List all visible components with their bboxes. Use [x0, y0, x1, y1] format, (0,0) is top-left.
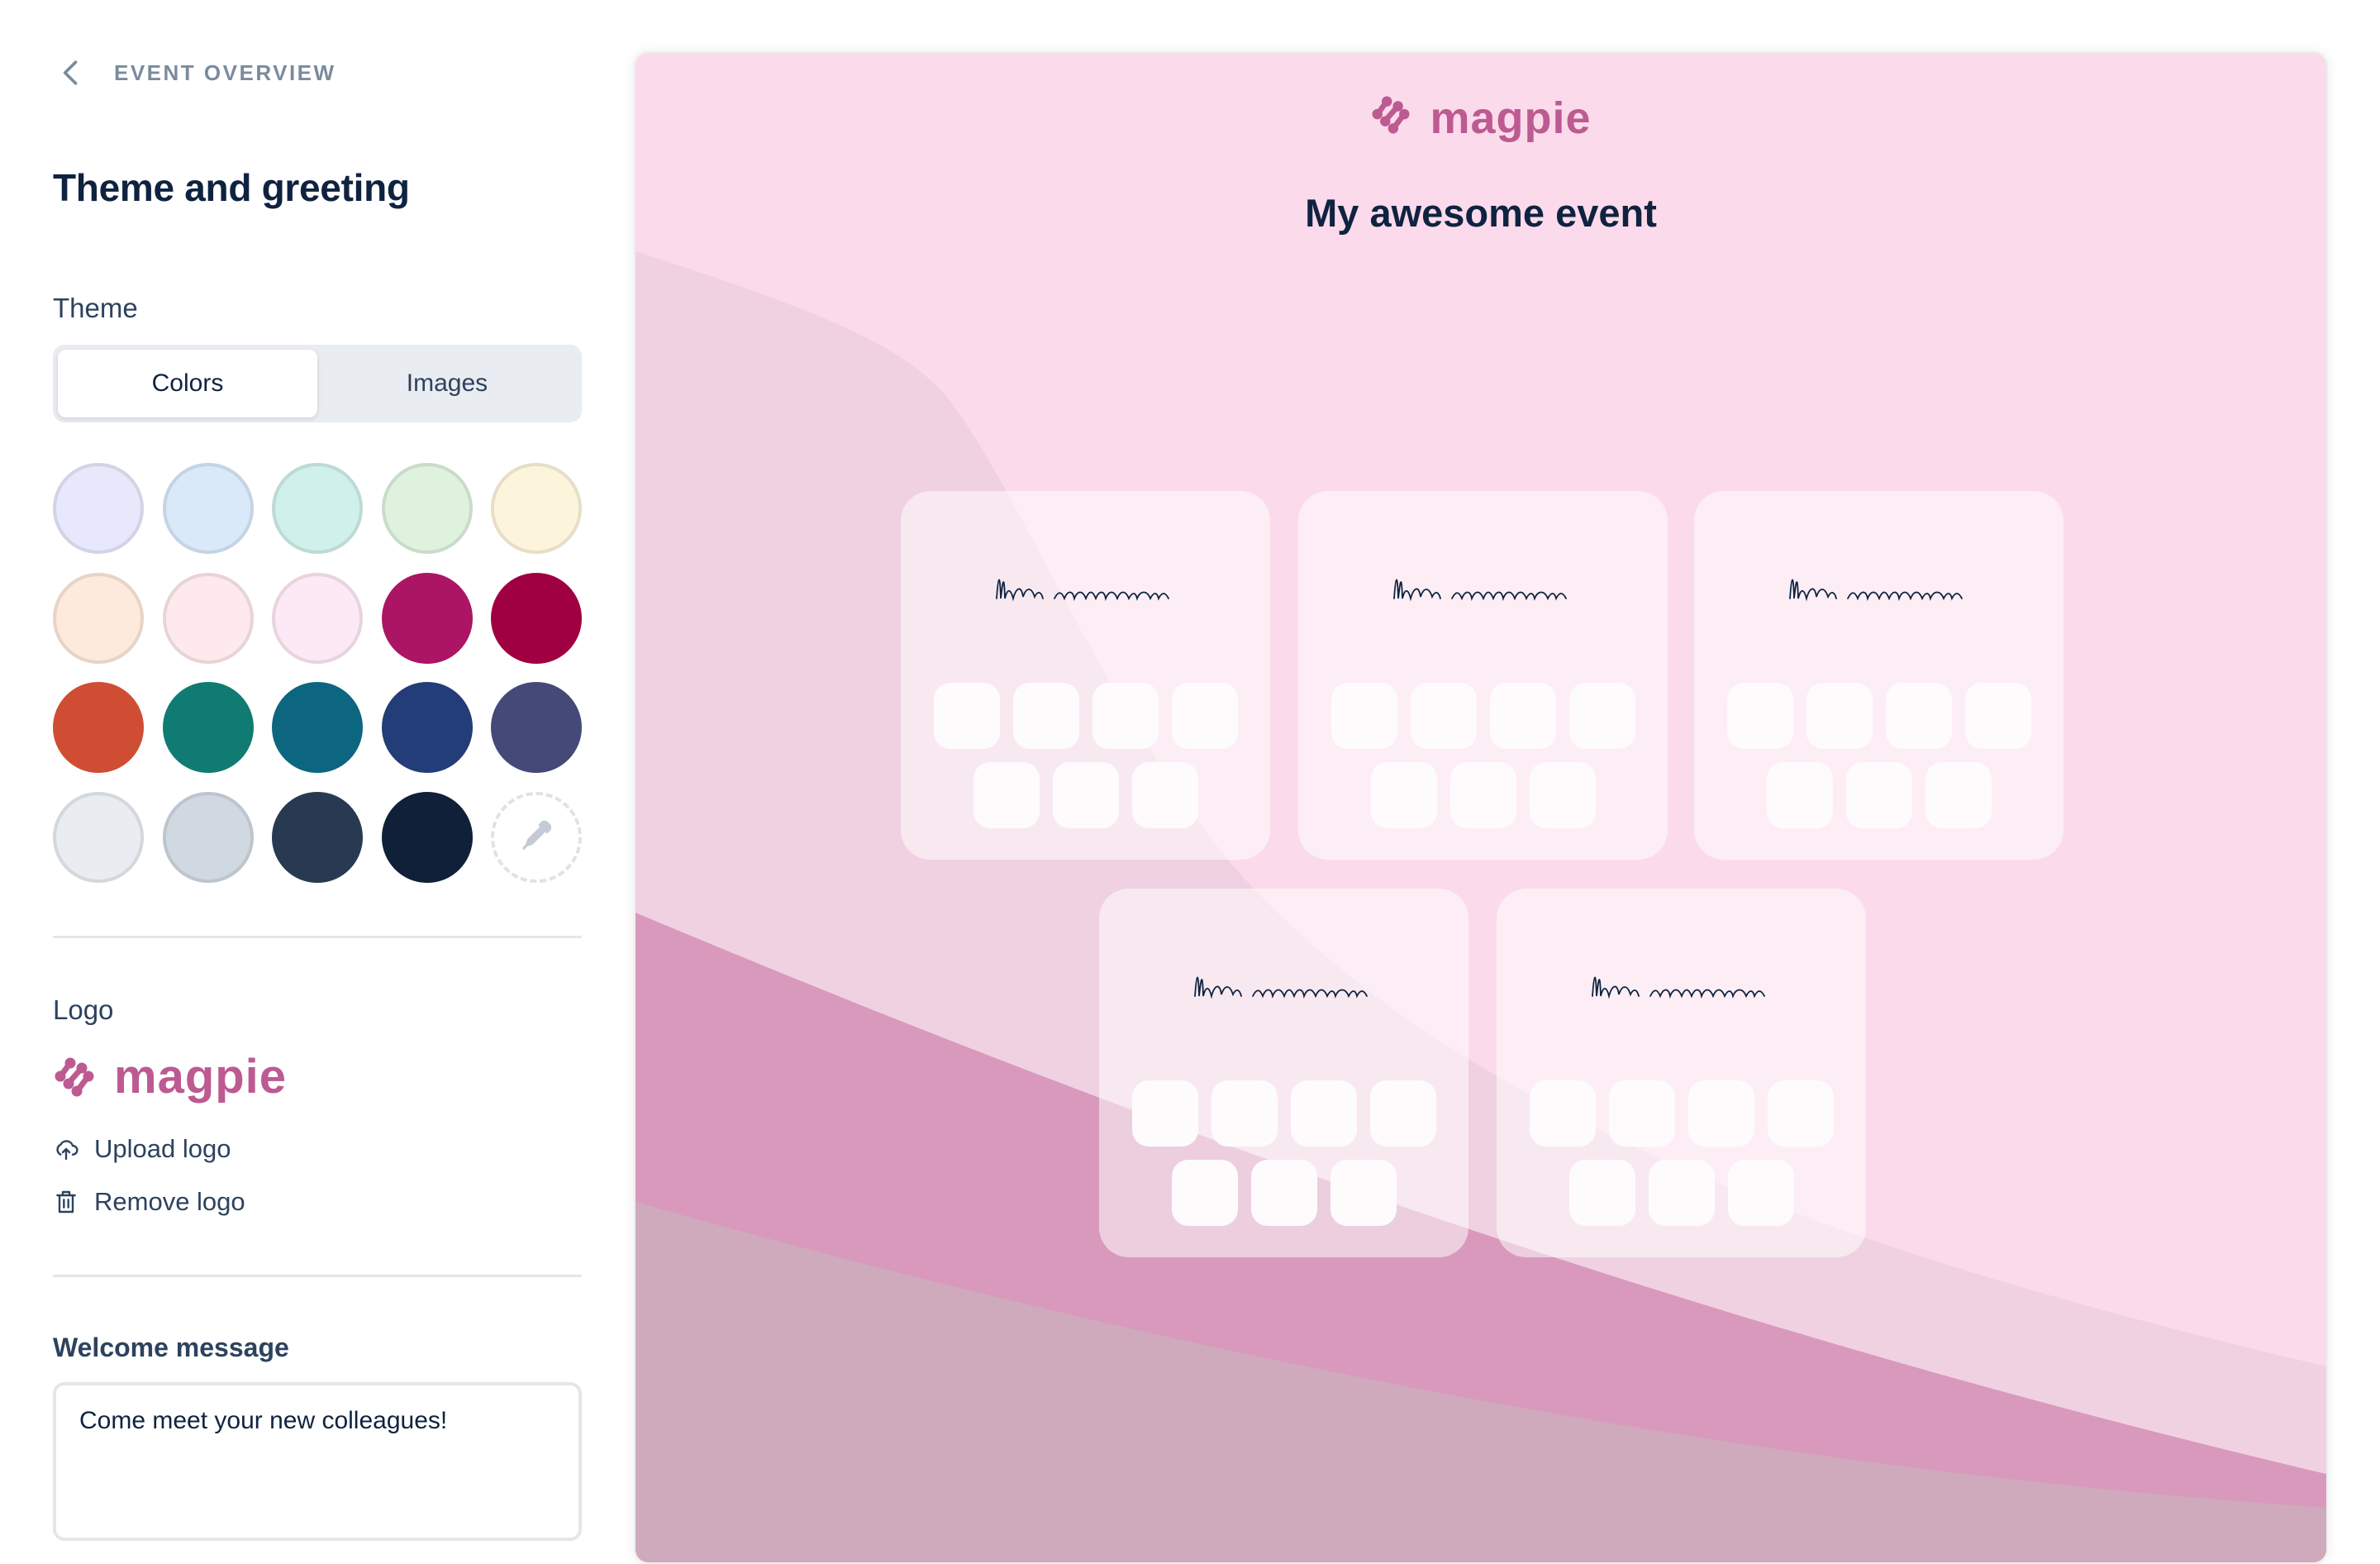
- logo-section-label: Logo: [53, 994, 114, 1025]
- remove-logo-label: Remove logo: [94, 1187, 245, 1216]
- eyedropper-icon: [521, 820, 552, 850]
- color-swatch[interactable]: [53, 791, 144, 883]
- placeholder-tile: [1132, 762, 1198, 828]
- theme-mode-toggle: Colors Images: [53, 345, 582, 422]
- preview-logo-wordmark: magpie: [1430, 93, 1592, 143]
- placeholder-tile: [973, 762, 1040, 828]
- placeholder-tile: [1727, 683, 1793, 749]
- placeholder-tile: [1728, 1160, 1794, 1226]
- color-swatch[interactable]: [162, 572, 254, 664]
- placeholder-tile: [1490, 683, 1556, 749]
- color-swatch-grid: [53, 463, 582, 885]
- preview-event-title: My awesome event: [1305, 191, 1657, 235]
- placeholder-tile: [1649, 1160, 1715, 1226]
- placeholder-tile: [1768, 1080, 1834, 1147]
- placeholder-tile: [1530, 762, 1596, 828]
- placeholder-tile: [1132, 1080, 1198, 1147]
- back-to-event-overview-link[interactable]: EVENT OVERVIEW: [53, 55, 336, 91]
- magpie-logo-icon: [55, 1057, 94, 1097]
- theme-section-label: Theme: [53, 293, 138, 323]
- scribble-placeholder: [996, 579, 1169, 602]
- color-swatch[interactable]: [491, 463, 582, 554]
- placeholder-tile: [1291, 1080, 1357, 1147]
- color-swatch[interactable]: [381, 572, 473, 664]
- placeholder-tile: [1925, 762, 1992, 828]
- placeholder-tile: [1092, 683, 1159, 749]
- placeholder-tile: [1965, 683, 2031, 749]
- placeholder-tile: [1767, 762, 1833, 828]
- color-swatch[interactable]: [381, 791, 473, 883]
- preview-card: [1298, 491, 1668, 860]
- placeholder-tile: [1331, 683, 1397, 749]
- color-swatch[interactable]: [53, 572, 144, 664]
- page-title: Theme and greeting: [53, 166, 410, 209]
- remove-logo-button[interactable]: Remove logo: [53, 1187, 245, 1217]
- divider: [53, 1275, 582, 1277]
- placeholder-tile: [1569, 1160, 1635, 1226]
- color-swatch[interactable]: [272, 791, 363, 883]
- placeholder-tile: [1450, 762, 1516, 828]
- welcome-message-label: Welcome message: [53, 1333, 289, 1362]
- placeholder-tile: [934, 683, 1000, 749]
- placeholder-tile: [1806, 683, 1873, 749]
- color-swatch[interactable]: [272, 463, 363, 554]
- placeholder-tile: [1688, 1080, 1754, 1147]
- upload-logo-label: Upload logo: [94, 1134, 231, 1163]
- scribble-placeholder: [1194, 976, 1368, 999]
- preview-card: [1497, 889, 1866, 1257]
- color-swatch[interactable]: [162, 791, 254, 883]
- placeholder-tile: [1370, 1080, 1436, 1147]
- placeholder-tile: [1211, 1080, 1278, 1147]
- placeholder-tile: [1569, 683, 1635, 749]
- placeholder-tile: [1530, 1080, 1596, 1147]
- color-swatch[interactable]: [162, 682, 254, 773]
- preview-logo: magpie: [635, 96, 2326, 141]
- placeholder-tile: [1886, 683, 1952, 749]
- logo-wordmark: magpie: [114, 1050, 288, 1104]
- tab-images[interactable]: Images: [317, 350, 577, 417]
- placeholder-tile: [1053, 762, 1119, 828]
- chevron-left-icon: [63, 60, 78, 85]
- color-swatch[interactable]: [381, 463, 473, 554]
- current-logo: magpie: [53, 1053, 287, 1101]
- trash-icon: [56, 1190, 76, 1214]
- color-swatch[interactable]: [272, 572, 363, 664]
- color-swatch[interactable]: [272, 682, 363, 773]
- placeholder-tile: [1172, 683, 1238, 749]
- color-swatch[interactable]: [491, 682, 582, 773]
- back-link-label: EVENT OVERVIEW: [114, 60, 336, 85]
- color-swatch[interactable]: [491, 572, 582, 664]
- scribble-placeholder: [1393, 579, 1567, 602]
- placeholder-tile: [1371, 762, 1437, 828]
- color-swatch[interactable]: [53, 682, 144, 773]
- placeholder-tile: [1013, 683, 1079, 749]
- placeholder-tile: [1411, 683, 1477, 749]
- custom-color-picker-button[interactable]: [491, 791, 582, 883]
- color-swatch[interactable]: [53, 463, 144, 554]
- placeholder-tile: [1330, 1160, 1397, 1226]
- cloud-upload-icon: [56, 1140, 79, 1161]
- tab-colors[interactable]: Colors: [58, 350, 317, 417]
- scribble-placeholder: [1592, 976, 1765, 999]
- color-swatch[interactable]: [381, 682, 473, 773]
- placeholder-tile: [1172, 1160, 1238, 1226]
- placeholder-tile: [1251, 1160, 1317, 1226]
- placeholder-tile: [1846, 762, 1912, 828]
- preview-card: [1694, 491, 2063, 860]
- welcome-message-input[interactable]: Come meet your new colleagues!: [53, 1382, 582, 1541]
- placeholder-tile: [1609, 1080, 1675, 1147]
- color-swatch[interactable]: [162, 463, 254, 554]
- scribble-placeholder: [1789, 579, 1963, 602]
- preview-card: [1099, 889, 1468, 1257]
- preview-card: [901, 491, 1270, 860]
- magpie-logo-icon: [1372, 96, 1410, 134]
- divider: [53, 936, 582, 938]
- event-preview: magpie My awesome event: [634, 51, 2328, 1564]
- upload-logo-button[interactable]: Upload logo: [53, 1134, 231, 1164]
